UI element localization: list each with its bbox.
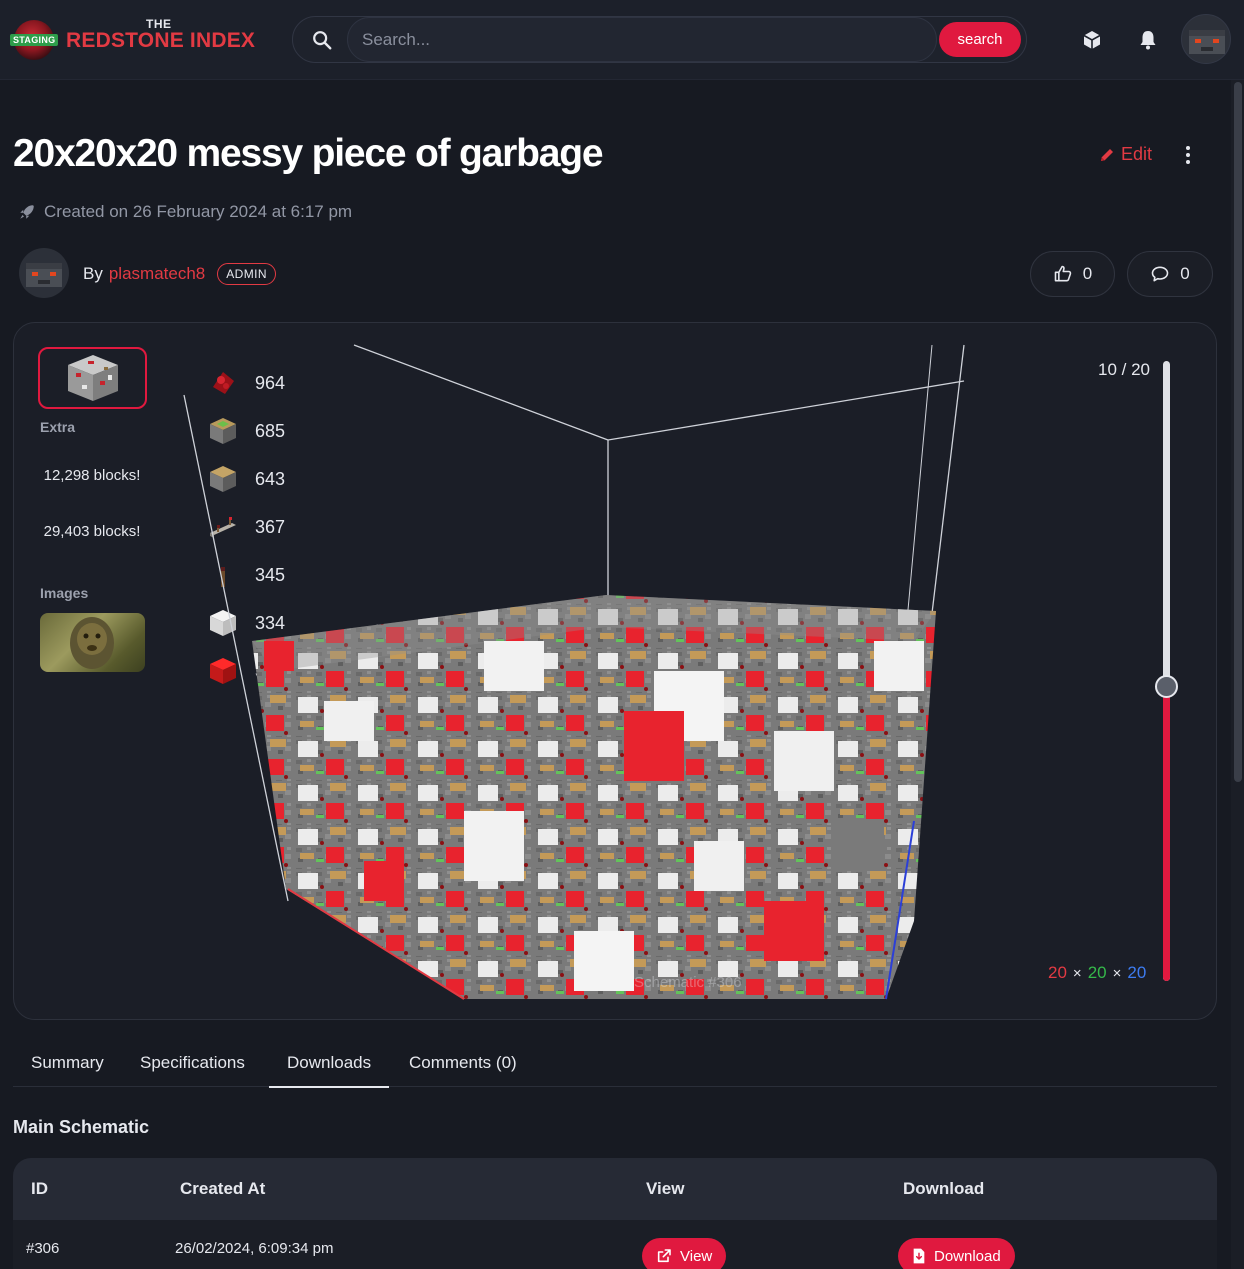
layer-slider-fill <box>1163 687 1170 981</box>
by-label: By <box>83 264 103 283</box>
photo-image <box>70 617 114 669</box>
comment-icon <box>1151 266 1169 282</box>
column-header-view: View <box>646 1179 685 1198</box>
like-button[interactable]: 0 <box>1030 251 1115 297</box>
section-title: Main Schematic <box>13 1117 150 1137</box>
view-label: View <box>680 1247 713 1265</box>
tab-bar: Summary Specifications Downloads Comment… <box>13 1041 1217 1088</box>
creeper-avatar-icon <box>1189 30 1225 54</box>
tab-summary[interactable]: Summary <box>31 1053 104 1073</box>
role-badge: ADMIN <box>217 263 276 285</box>
comment-count-button[interactable]: 0 <box>1127 251 1213 297</box>
search-icon[interactable] <box>311 29 333 51</box>
search-input[interactable] <box>347 17 937 62</box>
site-logo[interactable]: STAGING THE REDSTONE INDEX <box>10 14 260 66</box>
download-button[interactable]: Download <box>898 1238 1015 1269</box>
tab-specifications[interactable]: Specifications <box>140 1053 245 1073</box>
created-text: Created on 26 February 2024 at 6:17 pm <box>44 202 353 221</box>
schematic-preview-icon <box>67 355 118 401</box>
tab-downloads[interactable]: Downloads <box>268 1053 390 1088</box>
layer-indicator: 10 / 20 <box>1098 360 1150 379</box>
schematic-id: #306 <box>26 1240 60 1257</box>
dim-separator: × <box>1112 964 1122 982</box>
image-thumbnail[interactable] <box>40 613 145 672</box>
thumbs-up-icon <box>1054 265 1072 282</box>
author-avatar[interactable] <box>19 248 69 298</box>
author-line: By plasmatech8 ADMIN <box>83 263 276 285</box>
file-download-icon <box>913 1248 925 1264</box>
comment-count: 0 <box>1180 264 1190 283</box>
external-link-icon <box>657 1249 671 1263</box>
downloads-table: ID Created At View Download #306 26/02/2… <box>13 1158 1217 1269</box>
created-date: Created on 26 February 2024 at 6:17 pm <box>18 202 352 222</box>
column-header-created-at: Created At <box>180 1179 266 1198</box>
page-title: 20x20x20 messy piece of garbage <box>13 132 604 175</box>
watermark-text: Schematic #306 <box>634 974 742 991</box>
schematic-created-at: 26/02/2024, 6:09:34 pm <box>175 1240 334 1257</box>
dim-y: 20 <box>1087 963 1107 982</box>
staging-badge: STAGING <box>10 34 59 46</box>
download-label: Download <box>934 1247 1001 1265</box>
rocket-icon <box>20 205 34 219</box>
block-count-1: 12,298 blocks! <box>43 467 141 484</box>
search-button[interactable]: search <box>939 22 1021 57</box>
dimensions-label: 20 × 20 × 20 <box>1048 963 1146 983</box>
dim-z: 20 <box>1127 963 1147 982</box>
user-avatar[interactable] <box>1181 14 1231 64</box>
more-options-icon[interactable] <box>1178 144 1198 166</box>
tab-comments[interactable]: Comments (0) <box>409 1053 517 1073</box>
bell-icon[interactable] <box>1136 28 1160 52</box>
schematic-3d-render[interactable]: Schematic #306 <box>174 341 974 1020</box>
table-header: ID Created At View Download <box>13 1158 1217 1220</box>
block-count-2: 29,403 blocks! <box>43 523 141 540</box>
view-button[interactable]: View <box>642 1238 727 1269</box>
scrollbar-thumb[interactable] <box>1234 82 1242 782</box>
layer-slider-handle[interactable] <box>1155 675 1178 698</box>
search-bar: search <box>292 16 1027 63</box>
edit-button[interactable]: Edit <box>1098 144 1152 165</box>
cube-icon[interactable] <box>1080 28 1104 52</box>
top-nav-bar: STAGING THE REDSTONE INDEX search <box>0 0 1244 80</box>
dim-x: 20 <box>1048 963 1067 982</box>
dim-separator: × <box>1072 964 1082 982</box>
pencil-icon <box>1101 148 1113 161</box>
column-header-download: Download <box>903 1179 985 1198</box>
creeper-avatar-icon <box>26 263 62 287</box>
like-count: 0 <box>1082 264 1093 283</box>
column-header-id: ID <box>31 1179 48 1198</box>
extra-label: Extra <box>40 419 76 435</box>
images-label: Images <box>40 585 89 601</box>
author-link[interactable]: plasmatech8 <box>109 264 205 284</box>
schematic-viewer[interactable]: Extra 12,298 blocks! 29,403 blocks! Imag… <box>13 322 1217 1020</box>
logo-title: REDSTONE INDEX <box>66 29 256 52</box>
edit-label: Edit <box>1121 144 1153 164</box>
schematic-thumbnail[interactable] <box>38 347 147 409</box>
